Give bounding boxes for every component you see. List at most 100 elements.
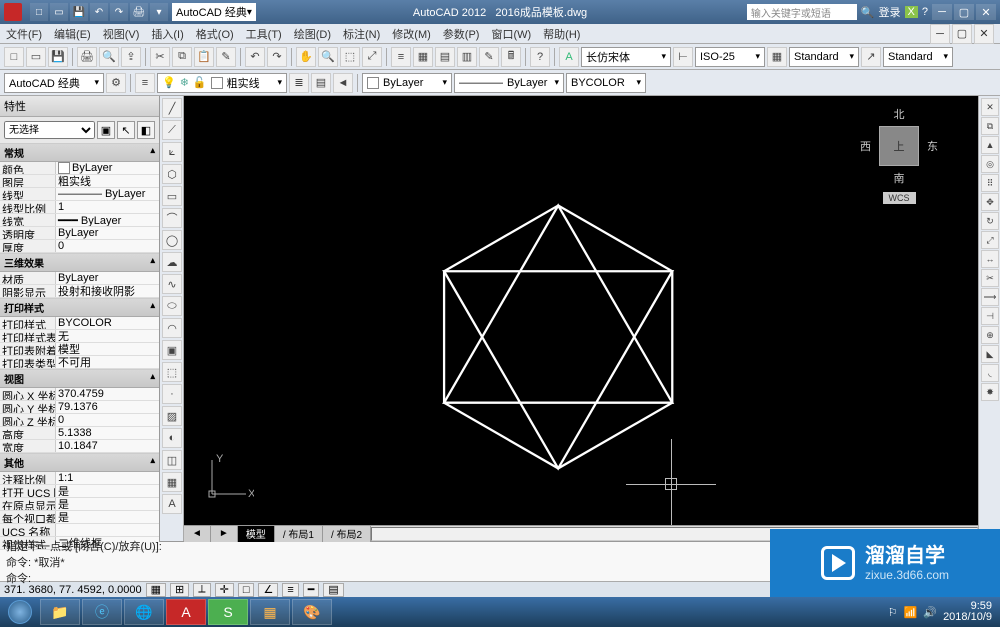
tablestyle-dropdown[interactable]: Standard xyxy=(789,47,859,67)
linetype-dropdown[interactable]: ————ByLayer xyxy=(454,73,564,93)
task-browser-icon[interactable]: 🌐 xyxy=(124,599,164,625)
menu-window[interactable]: 窗口(W) xyxy=(491,26,531,42)
props-row[interactable]: 材质ByLayer xyxy=(0,272,159,285)
help-icon[interactable]: ? xyxy=(922,6,928,18)
scale-icon[interactable]: ⤢ xyxy=(981,231,999,249)
tb-layer-mgr-icon[interactable]: ≡ xyxy=(135,73,155,93)
menu-format[interactable]: 格式(O) xyxy=(196,26,234,42)
drawing-canvas[interactable]: 北 西 上 东 南 WCS Y X xyxy=(184,96,978,525)
tb-publish-icon[interactable]: ⇪ xyxy=(121,47,141,67)
xline-tool-icon[interactable]: ⟋ xyxy=(162,120,182,140)
tb-help2-icon[interactable]: ? xyxy=(530,47,550,67)
task-wps-icon[interactable]: S xyxy=(208,599,248,625)
join-icon[interactable]: ⊕ xyxy=(981,326,999,344)
viewcube-top[interactable]: 上 xyxy=(879,126,919,166)
tb-layer-iso-icon[interactable]: ▤ xyxy=(311,73,331,93)
tb-undo-icon[interactable]: ↶ xyxy=(245,47,265,67)
polygon-tool-icon[interactable]: ⬡ xyxy=(162,164,182,184)
color-dropdown[interactable]: ByLayer xyxy=(362,73,452,93)
viewcube[interactable]: 北 西 上 东 南 WCS xyxy=(860,106,938,204)
props-row[interactable]: 圆心 X 坐标370.4759 xyxy=(0,388,159,401)
menu-insert[interactable]: 插入(I) xyxy=(151,26,183,42)
props-row[interactable]: 透明度ByLayer xyxy=(0,227,159,240)
stretch-icon[interactable]: ↔ xyxy=(981,250,999,268)
help-search-icon[interactable]: 🔍 xyxy=(861,6,875,19)
props-row[interactable]: 宽度10.1847 xyxy=(0,440,159,453)
props-section-general[interactable]: 常规 xyxy=(0,143,159,162)
tb-tablestyle-icon[interactable]: ▦ xyxy=(767,47,787,67)
props-row[interactable]: 打印样式BYCOLOR xyxy=(0,317,159,330)
props-row[interactable]: 打印样式表无 xyxy=(0,330,159,343)
explode-icon[interactable]: ✸ xyxy=(981,383,999,401)
otrack-toggle[interactable]: ∠ xyxy=(258,583,278,597)
hatch-tool-icon[interactable]: ▨ xyxy=(162,406,182,426)
props-row[interactable]: 圆心 Z 坐标0 xyxy=(0,414,159,427)
mtext-tool-icon[interactable]: A xyxy=(162,494,182,514)
props-row[interactable]: 线宽━━━ ByLayer xyxy=(0,214,159,227)
tb-textstyle-icon[interactable]: A xyxy=(559,47,579,67)
tab-layout2[interactable]: / 布局2 xyxy=(323,526,371,542)
rect-tool-icon[interactable]: ▭ xyxy=(162,186,182,206)
props-row[interactable]: 在原点显示 U...是 xyxy=(0,498,159,511)
text-font-dropdown[interactable]: 长仿宋体 xyxy=(581,47,671,67)
tb-tool-icon[interactable]: ▤ xyxy=(435,47,455,67)
move-icon[interactable]: ✥ xyxy=(981,193,999,211)
tab-nav-next[interactable]: ► xyxy=(211,526,238,542)
point-tool-icon[interactable]: · xyxy=(162,384,182,404)
qp-toggle[interactable]: ▤ xyxy=(323,583,343,597)
qat-open-icon[interactable]: ▭ xyxy=(50,3,68,21)
maximize-button[interactable]: ▢ xyxy=(954,4,974,20)
props-row[interactable]: 图层粗实线 xyxy=(0,175,159,188)
app-logo-icon[interactable] xyxy=(4,3,22,21)
quick-select-icon[interactable]: ▣ xyxy=(97,121,115,139)
pline-tool-icon[interactable]: ⟀ xyxy=(162,142,182,162)
break-icon[interactable]: ⊣ xyxy=(981,307,999,325)
close-button[interactable]: ✕ xyxy=(976,4,996,20)
props-row[interactable]: 线型———— ByLayer xyxy=(0,188,159,201)
tb-save-icon[interactable]: 💾 xyxy=(48,47,68,67)
menu-param[interactable]: 参数(P) xyxy=(443,26,480,42)
task-explorer-icon[interactable]: 📁 xyxy=(40,599,80,625)
qat-undo-icon[interactable]: ↶ xyxy=(90,3,108,21)
menu-modify[interactable]: 修改(M) xyxy=(392,26,431,42)
table-tool-icon[interactable]: ▦ xyxy=(162,472,182,492)
minimize-button[interactable]: ─ xyxy=(932,4,952,20)
menu-tools[interactable]: 工具(T) xyxy=(246,26,282,42)
tb-design-icon[interactable]: ▦ xyxy=(413,47,433,67)
offset-icon[interactable]: ◎ xyxy=(981,155,999,173)
polar-toggle[interactable]: ✛ xyxy=(215,583,234,597)
tb-copy-icon[interactable]: ⧉ xyxy=(172,47,192,67)
grid-toggle[interactable]: ⊞ xyxy=(170,583,189,597)
props-row[interactable]: 颜色ByLayer xyxy=(0,162,159,175)
qat-redo-icon[interactable]: ↷ xyxy=(110,3,128,21)
tab-model[interactable]: 模型 xyxy=(238,526,275,542)
doc-minimize-icon[interactable]: ─ xyxy=(930,24,950,44)
selection-dropdown[interactable]: 无选择 xyxy=(4,121,95,139)
tab-nav-prev[interactable]: ◄ xyxy=(184,526,211,542)
region-tool-icon[interactable]: ◫ xyxy=(162,450,182,470)
make-block-icon[interactable]: ⬚ xyxy=(162,362,182,382)
osnap-toggle[interactable]: □ xyxy=(238,583,255,597)
tb-ws-settings-icon[interactable]: ⚙ xyxy=(106,73,126,93)
tb-dimstyle-icon[interactable]: ⊢ xyxy=(673,47,693,67)
toggle-pick-icon[interactable]: ◧ xyxy=(137,121,155,139)
props-section-misc[interactable]: 其他 xyxy=(0,453,159,472)
login-link[interactable]: 登录 xyxy=(879,4,901,20)
tb-zoom-icon[interactable]: 🔍 xyxy=(318,47,338,67)
tray-vol-icon[interactable]: 🔊 xyxy=(923,606,937,619)
arc-tool-icon[interactable]: ⌒ xyxy=(162,208,182,228)
start-button[interactable] xyxy=(2,599,38,625)
qat-more-icon[interactable]: ▾ xyxy=(150,3,168,21)
revcloud-tool-icon[interactable]: ☁ xyxy=(162,252,182,272)
props-row[interactable]: 每个视口都显...是 xyxy=(0,511,159,524)
props-section-plot[interactable]: 打印样式 xyxy=(0,298,159,317)
chamfer-icon[interactable]: ◣ xyxy=(981,345,999,363)
menu-file[interactable]: 文件(F) xyxy=(6,26,42,42)
menu-edit[interactable]: 编辑(E) xyxy=(54,26,91,42)
doc-close-icon[interactable]: ✕ xyxy=(974,24,994,44)
tb-mleader-icon[interactable]: ↗ xyxy=(861,47,881,67)
qat-new-icon[interactable]: □ xyxy=(30,3,48,21)
rotate-icon[interactable]: ↻ xyxy=(981,212,999,230)
dyn-toggle[interactable]: ≡ xyxy=(282,583,298,597)
props-row[interactable]: 打印表类型不可用 xyxy=(0,356,159,369)
